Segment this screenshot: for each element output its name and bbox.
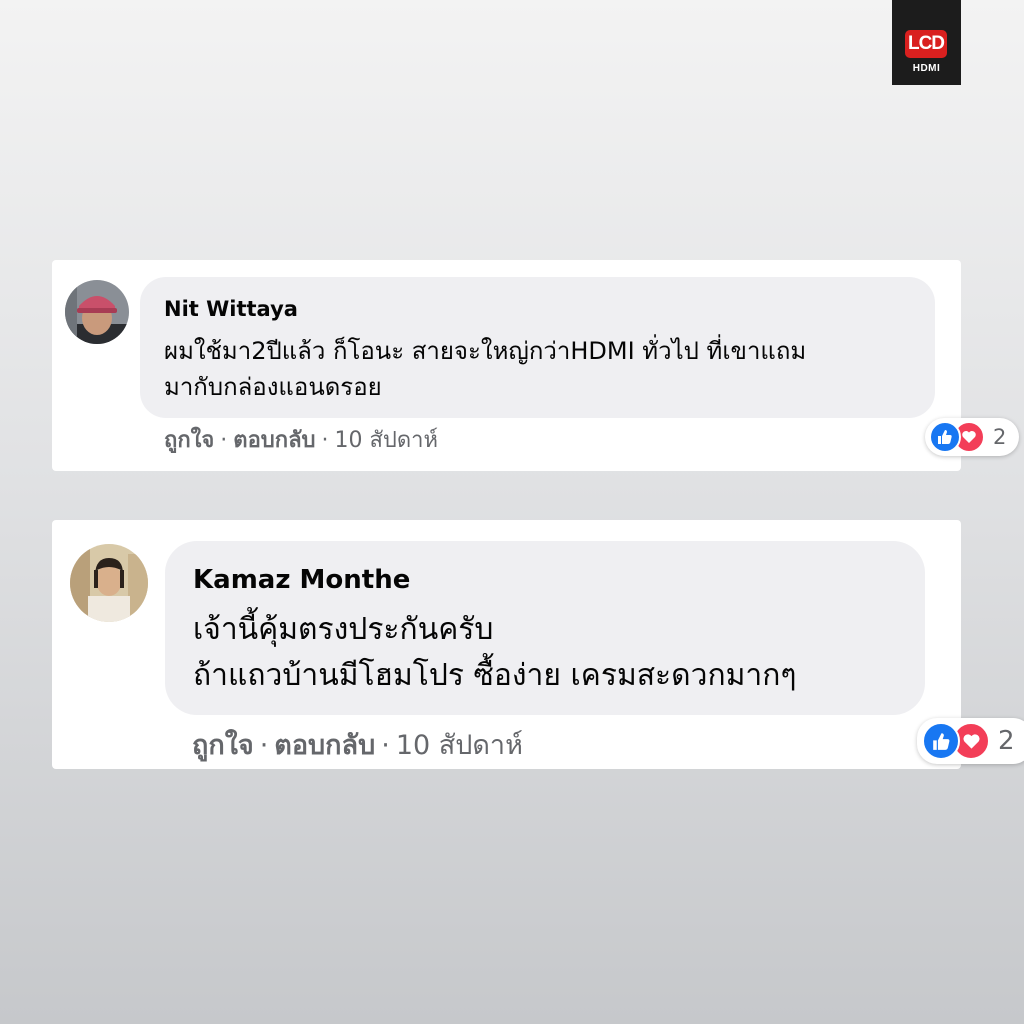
comment-bubble: Nit Wittaya ผมใช้มา2ปีแล้ว ก็โอนะ สายจะใ… (140, 277, 1019, 456)
comment-card: Nit Wittaya ผมใช้มา2ปีแล้ว ก็โอนะ สายจะใ… (52, 260, 1019, 471)
comment-author[interactable]: Nit Wittaya (164, 297, 298, 321)
logo-subtext: HDMI (912, 63, 941, 74)
comment-timestamp[interactable]: 10 สัปดาห์ (396, 730, 523, 761)
comment-card: Kamaz Monthe เจ้านี้คุ้มตรงประกันครับ ถ้… (52, 520, 1024, 769)
comment-line: ถ้าแถวบ้านมีโฮมโปร ซื้อง่าย เครมสะดวกมาก… (193, 658, 797, 693)
comment-text: เจ้านี้คุ้มตรงประกันครับ ถ้าแถวบ้านมีโฮม… (193, 607, 797, 699)
reaction-summary[interactable]: 2 (925, 418, 1019, 456)
reaction-count: 2 (993, 425, 1007, 449)
reaction-count: 2 (998, 726, 1015, 756)
separator: · (259, 730, 269, 761)
avatar[interactable] (65, 280, 129, 344)
comment-author[interactable]: Kamaz Monthe (193, 565, 410, 595)
like-icon (922, 722, 960, 760)
like-link[interactable]: ถูกใจ (164, 428, 214, 453)
comment-line: เจ้านี้คุ้มตรงประกันครับ (193, 612, 494, 647)
comment-actions: ถูกใจ · ตอบกลับ · 10 สัปดาห์ (192, 723, 523, 766)
comment-bubble: Kamaz Monthe เจ้านี้คุ้มตรงประกันครับ ถ้… (165, 541, 1024, 764)
separator: · (381, 730, 390, 761)
reply-link[interactable]: ตอบกลับ (233, 428, 315, 453)
avatar-photo-icon (65, 280, 129, 344)
comment-line: มากับกล่องแอนดรอย (164, 373, 382, 401)
reply-link[interactable]: ตอบกลับ (274, 730, 375, 761)
separator: · (220, 428, 228, 453)
separator: · (321, 428, 329, 453)
comment-actions: ถูกใจ · ตอบกลับ · 10 สัปดาห์ (164, 422, 438, 457)
comment-timestamp[interactable]: 10 สัปดาห์ (335, 428, 439, 453)
avatar-photo-icon (70, 544, 148, 622)
avatar[interactable] (70, 544, 148, 622)
logo-badge: LCD (905, 30, 947, 58)
like-icon (929, 421, 961, 453)
comment-text: ผมใช้มา2ปีแล้ว ก็โอนะ สายจะใหญ่กว่าHDMI … (164, 333, 806, 405)
reaction-summary[interactable]: 2 (917, 718, 1024, 764)
brand-logo: LCD HDMI (892, 0, 961, 85)
comment-line: ผมใช้มา2ปีแล้ว ก็โอนะ สายจะใหญ่กว่าHDMI … (164, 337, 807, 365)
like-link[interactable]: ถูกใจ (192, 730, 254, 761)
